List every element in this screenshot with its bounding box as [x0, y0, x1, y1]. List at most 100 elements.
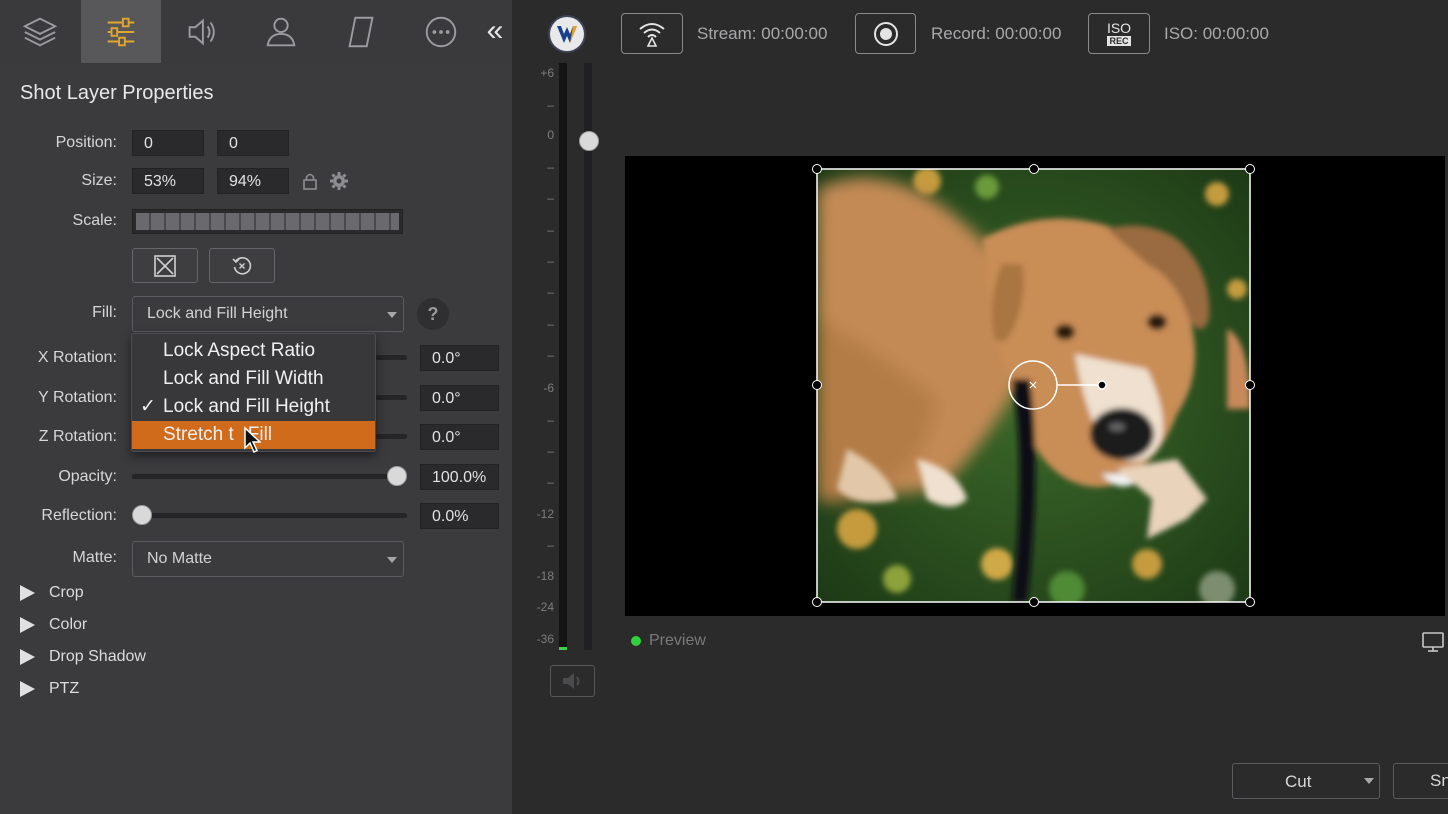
opacity-label: Opacity: [58, 468, 117, 485]
y-rotation-field[interactable]: 0.0° [420, 385, 499, 411]
speaker-icon [562, 673, 579, 689]
resize-handle-top-right[interactable] [1245, 164, 1255, 174]
menu-item-lock-fill-height[interactable]: ✓ Lock and Fill Height [132, 393, 375, 421]
opacity-slider-knob[interactable] [387, 466, 407, 486]
meter-label: -36 [536, 632, 554, 646]
resize-handle-left[interactable] [812, 380, 822, 390]
volume-fader-knob[interactable] [579, 131, 599, 151]
matte-label: Matte: [72, 549, 117, 566]
layers-icon [22, 17, 58, 46]
tab-more[interactable] [401, 0, 481, 63]
matte-select-value: No Matte [147, 550, 212, 567]
z-rotation-label: Z Rotation: [38, 428, 117, 445]
x-rotation-field[interactable]: 0.0° [420, 345, 499, 371]
gear-icon[interactable] [329, 171, 349, 191]
tab-layers[interactable] [0, 0, 80, 63]
mouse-cursor-icon [244, 426, 261, 454]
help-button[interactable]: ? [417, 298, 449, 330]
panel-tab-bar: « [0, 0, 512, 63]
fit-button[interactable] [132, 248, 198, 283]
meter-label: -18 [536, 569, 554, 583]
menu-item-lock-aspect-ratio[interactable]: Lock Aspect Ratio [132, 337, 375, 365]
selection-box[interactable] [800, 155, 1270, 615]
section-color-label: Color [49, 616, 88, 633]
monitor-icon[interactable] [1422, 631, 1444, 653]
reflection-slider[interactable] [132, 505, 407, 525]
reset-button[interactable] [209, 248, 275, 283]
tab-audio[interactable] [161, 0, 241, 63]
more-icon [425, 16, 457, 47]
record-timer: Record: 00:00:00 [931, 24, 1062, 43]
resize-handle-bottom-right[interactable] [1245, 597, 1255, 607]
reflection-field[interactable]: 0.0% [420, 503, 499, 529]
matte-select[interactable]: No Matte [132, 541, 404, 577]
record-button[interactable] [855, 13, 916, 54]
section-color[interactable]: Color [20, 616, 87, 634]
z-rotation-slider[interactable] [376, 434, 407, 439]
opacity-slider[interactable] [132, 466, 407, 486]
live-dot-icon [631, 636, 641, 646]
fill-select[interactable]: Lock and Fill Height [132, 296, 404, 332]
volume-fader[interactable] [584, 63, 592, 650]
tab-properties[interactable] [81, 0, 161, 63]
x-rotation-label: X Rotation: [37, 349, 117, 366]
tab-perspective[interactable] [321, 0, 401, 63]
disclosure-triangle-icon [20, 649, 35, 665]
section-drop-shadow-label: Drop Shadow [49, 648, 146, 665]
disclosure-triangle-icon [20, 681, 35, 697]
menu-item-lock-fill-width[interactable]: Lock and Fill Width [132, 365, 375, 393]
transition-select[interactable]: Cut [1232, 763, 1380, 799]
meter-label: -12 [536, 507, 554, 521]
tab-person[interactable] [241, 0, 321, 63]
position-label: Position: [55, 134, 117, 151]
resize-handle-top-left[interactable] [812, 164, 822, 174]
transition-go-button[interactable]: Sn [1393, 763, 1448, 799]
scale-slider[interactable] [132, 209, 403, 234]
meter-label: -24 [536, 600, 554, 614]
mute-button[interactable] [550, 665, 595, 697]
position-y-field[interactable]: 0 [217, 130, 289, 156]
z-rotation-field[interactable]: 0.0° [420, 424, 499, 450]
reflection-slider-knob[interactable] [132, 505, 152, 525]
collapse-panel-button[interactable]: « [480, 14, 510, 48]
y-rotation-label: Y Rotation: [38, 389, 117, 406]
resize-handle-bottom-left[interactable] [812, 597, 822, 607]
resize-handle-right[interactable] [1245, 380, 1255, 390]
fill-label: Fill: [92, 304, 117, 321]
wirecast-logo-icon [550, 17, 584, 51]
preview-label: Preview [649, 632, 706, 649]
rec-badge: REC [1107, 36, 1131, 46]
resize-handle-top[interactable] [1029, 164, 1039, 174]
sliders-icon [107, 17, 135, 46]
y-rotation-slider[interactable] [376, 395, 407, 400]
menu-item-label: Lock Aspect Ratio [163, 340, 316, 361]
iso-badge-label: ISO [1106, 20, 1132, 36]
stream-button[interactable] [621, 13, 683, 54]
record-icon [873, 21, 898, 46]
chevron-down-icon [387, 312, 397, 318]
preview-indicator: Preview [631, 632, 706, 650]
reset-icon [232, 256, 252, 275]
meter-label: 0 [547, 128, 554, 142]
fill-select-value: Lock and Fill Height [147, 305, 288, 322]
properties-panel: « Shot Layer Properties Position: 0 0 Si… [0, 0, 512, 814]
resize-handle-bottom[interactable] [1029, 597, 1039, 607]
section-drop-shadow[interactable]: Drop Shadow [20, 648, 146, 666]
app-logo [548, 15, 586, 53]
chevron-down-icon [387, 557, 397, 563]
fit-frame-icon [154, 254, 176, 277]
speaker-icon [188, 18, 215, 45]
lock-icon[interactable] [302, 172, 318, 190]
section-crop[interactable]: Crop [20, 584, 84, 602]
iso-record-button[interactable]: ISO REC [1088, 13, 1150, 54]
opacity-field[interactable]: 100.0% [420, 464, 499, 490]
size-height-field[interactable]: 94% [217, 168, 289, 194]
menu-item-label: Lock and Fill Width [163, 368, 324, 389]
section-ptz[interactable]: PTZ [20, 680, 79, 698]
size-width-field[interactable]: 53% [132, 168, 204, 194]
meter-bar [559, 63, 567, 650]
panel-title: Shot Layer Properties [20, 82, 214, 104]
scale-label: Scale: [72, 212, 117, 229]
x-rotation-slider[interactable] [376, 355, 407, 360]
position-x-field[interactable]: 0 [132, 130, 204, 156]
